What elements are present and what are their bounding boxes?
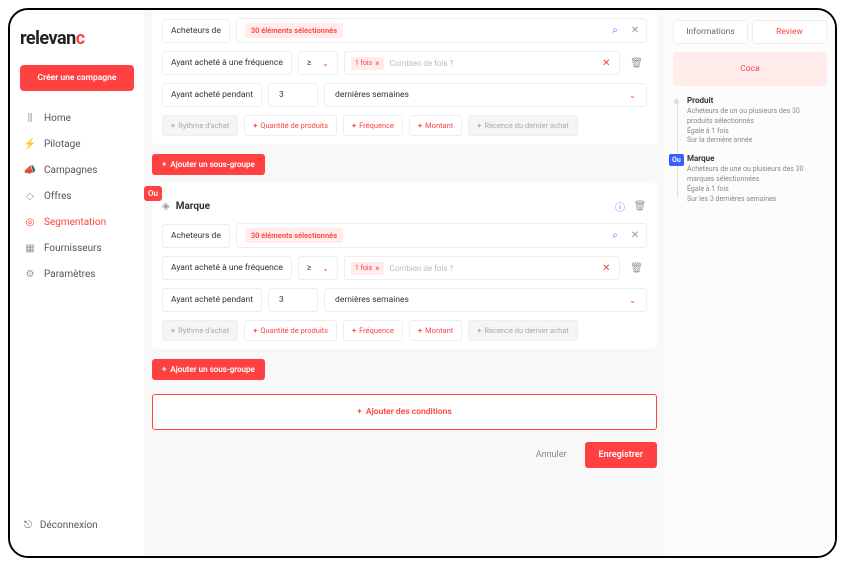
filter-row: +Rythme d'achat +Quantité de produits +F… [162,115,647,136]
selection-field[interactable]: 30 éléments sélectionnés ⌕ ✕ [236,223,647,248]
filter-rythme[interactable]: +Rythme d'achat [162,320,238,341]
buyers-label: Acheteurs de [162,224,230,248]
tab-informations[interactable]: Informations [673,20,748,44]
nav-fournisseurs[interactable]: ▦Fournisseurs [20,235,134,261]
logo: relevanc [20,28,134,49]
plus-icon: + [357,407,362,417]
period-unit[interactable]: dernières semaines⌄ [324,288,647,312]
frequency-label: Ayant acheté à une fréquence [162,256,292,280]
condition-group: Acheteurs de 30 éléments sélectionnés ⌕ … [152,10,657,144]
frequency-placeholder: Combien de fois ? [390,264,594,273]
frequency-chip: 1 fois× [351,262,384,275]
cancel-button[interactable]: Annuler [526,442,577,468]
review-block-marque: Ou Marque Acheteurs de une ou plusieurs … [687,154,827,204]
frequency-operator[interactable]: ≥⌄ [298,256,338,280]
chevron-down-icon: ⌄ [629,91,636,100]
period-count[interactable]: 3 [268,83,318,107]
review-timeline: Produit Acheteurs de un ou plusieurs des… [673,96,827,204]
building-icon: ▦ [24,242,36,254]
filter-row: +Rythme d'achat +Quantité de produits +F… [162,320,647,341]
tag-icon: ◇ [24,190,36,202]
search-icon[interactable]: ⌕ [608,229,622,243]
target-icon: ◎ [24,216,36,228]
selection-field[interactable]: 30 éléments sélectionnés ⌕ ✕ [236,18,647,43]
review-block-title: Produit [687,96,827,105]
buyers-label: Acheteurs de [162,19,230,43]
chevron-down-icon: ⌄ [322,59,329,68]
review-block-produit: Produit Acheteurs de un ou plusieurs des… [687,96,827,146]
add-subgroup-button[interactable]: +Ajouter un sous-groupe [152,154,265,175]
clear-icon[interactable]: ✕ [628,229,642,243]
filter-quantite[interactable]: +Quantité de produits [244,320,337,341]
delete-row-icon[interactable]: 🗑 [626,54,647,73]
nav-segmentation[interactable]: ◎Segmentation [20,209,134,235]
group-header: ◈ Marque ⓘ 🗑 [162,191,647,223]
gear-icon: ⚙ [24,268,36,280]
frequency-placeholder: Combien de fois ? [390,59,594,68]
condition-group: ◈ Marque ⓘ 🗑 Acheteurs de 30 éléments sé… [152,183,657,349]
add-conditions-button[interactable]: +Ajouter des conditions [152,394,657,430]
filter-frequence[interactable]: +Fréquence [343,320,403,341]
tab-review[interactable]: Review [752,20,827,44]
logout-icon: ⎋ [24,520,32,531]
filter-quantite[interactable]: +Quantité de produits [244,115,337,136]
review-segment-name: Coca [673,52,827,86]
add-subgroup-button[interactable]: +Ajouter un sous-groupe [152,359,265,380]
frequency-chip: 1 fois× [351,57,384,70]
info-icon[interactable]: ⓘ [613,199,627,213]
nav-campagnes[interactable]: 📣Campagnes [20,157,134,183]
sidebar: relevanc Créer une campagne ⫼Home ⚡Pilot… [10,10,144,556]
delete-row-icon[interactable]: 🗑 [626,259,647,278]
filter-recence[interactable]: +Récence du dernier achat [468,115,578,136]
review-tabs: Informations Review [673,20,827,44]
bolt-icon: ⚡ [24,138,36,150]
save-button[interactable]: Enregistrer [585,442,657,468]
nav: ⫼Home ⚡Pilotage 📣Campagnes ◇Offres ◎Segm… [20,105,134,513]
period-label: Ayant acheté pendant [162,83,262,107]
nav-offres[interactable]: ◇Offres [20,183,134,209]
megaphone-icon: 📣 [24,164,36,176]
filter-recence[interactable]: +Récence du dernier achat [468,320,578,341]
footer-actions: Annuler Enregistrer [152,442,657,468]
brand-icon: ◈ [162,201,170,212]
review-panel: Informations Review Coca Produit Acheteu… [665,10,835,556]
chevron-down-icon: ⌄ [629,296,636,305]
frequency-input[interactable]: 1 fois× Combien de fois ? ✕ [344,51,620,75]
period-unit[interactable]: dernières semaines⌄ [324,83,647,107]
nav-parametres[interactable]: ⚙Paramètres [20,261,134,287]
clear-icon[interactable]: ✕ [599,56,613,70]
clear-icon[interactable]: ✕ [599,261,613,275]
connector-ou-badge: Ou [144,186,162,201]
filter-montant[interactable]: +Montant [409,115,462,136]
filter-frequence[interactable]: +Fréquence [343,115,403,136]
create-campaign-button[interactable]: Créer une campagne [20,65,134,91]
nav-home[interactable]: ⫼Home [20,105,134,131]
search-icon[interactable]: ⌕ [608,24,622,38]
main-content: Ou Acheteurs de 30 éléments sélectionnés… [144,10,665,556]
review-block-title: Marque [687,154,827,163]
delete-group-icon[interactable]: 🗑 [633,199,647,213]
plus-icon: + [162,365,166,374]
logout-button[interactable]: ⎋Déconnexion [20,513,134,538]
selection-chip: 30 éléments sélectionnés [245,23,343,38]
chevron-down-icon: ⌄ [322,264,329,273]
frequency-input[interactable]: 1 fois× Combien de fois ? ✕ [344,256,620,280]
frequency-label: Ayant acheté à une fréquence [162,51,292,75]
filter-montant[interactable]: +Montant [409,320,462,341]
remove-chip-icon[interactable]: × [375,264,379,273]
clear-icon[interactable]: ✕ [628,24,642,38]
review-connector-badge: Ou [669,154,684,166]
period-label: Ayant acheté pendant [162,288,262,312]
filter-rythme[interactable]: +Rythme d'achat [162,115,238,136]
remove-chip-icon[interactable]: × [375,59,379,68]
group-title: Marque [176,201,210,212]
bar-chart-icon: ⫼ [24,112,36,124]
nav-pilotage[interactable]: ⚡Pilotage [20,131,134,157]
period-count[interactable]: 3 [268,288,318,312]
frequency-operator[interactable]: ≥⌄ [298,51,338,75]
plus-icon: + [162,160,166,169]
selection-chip: 30 éléments sélectionnés [245,228,343,243]
